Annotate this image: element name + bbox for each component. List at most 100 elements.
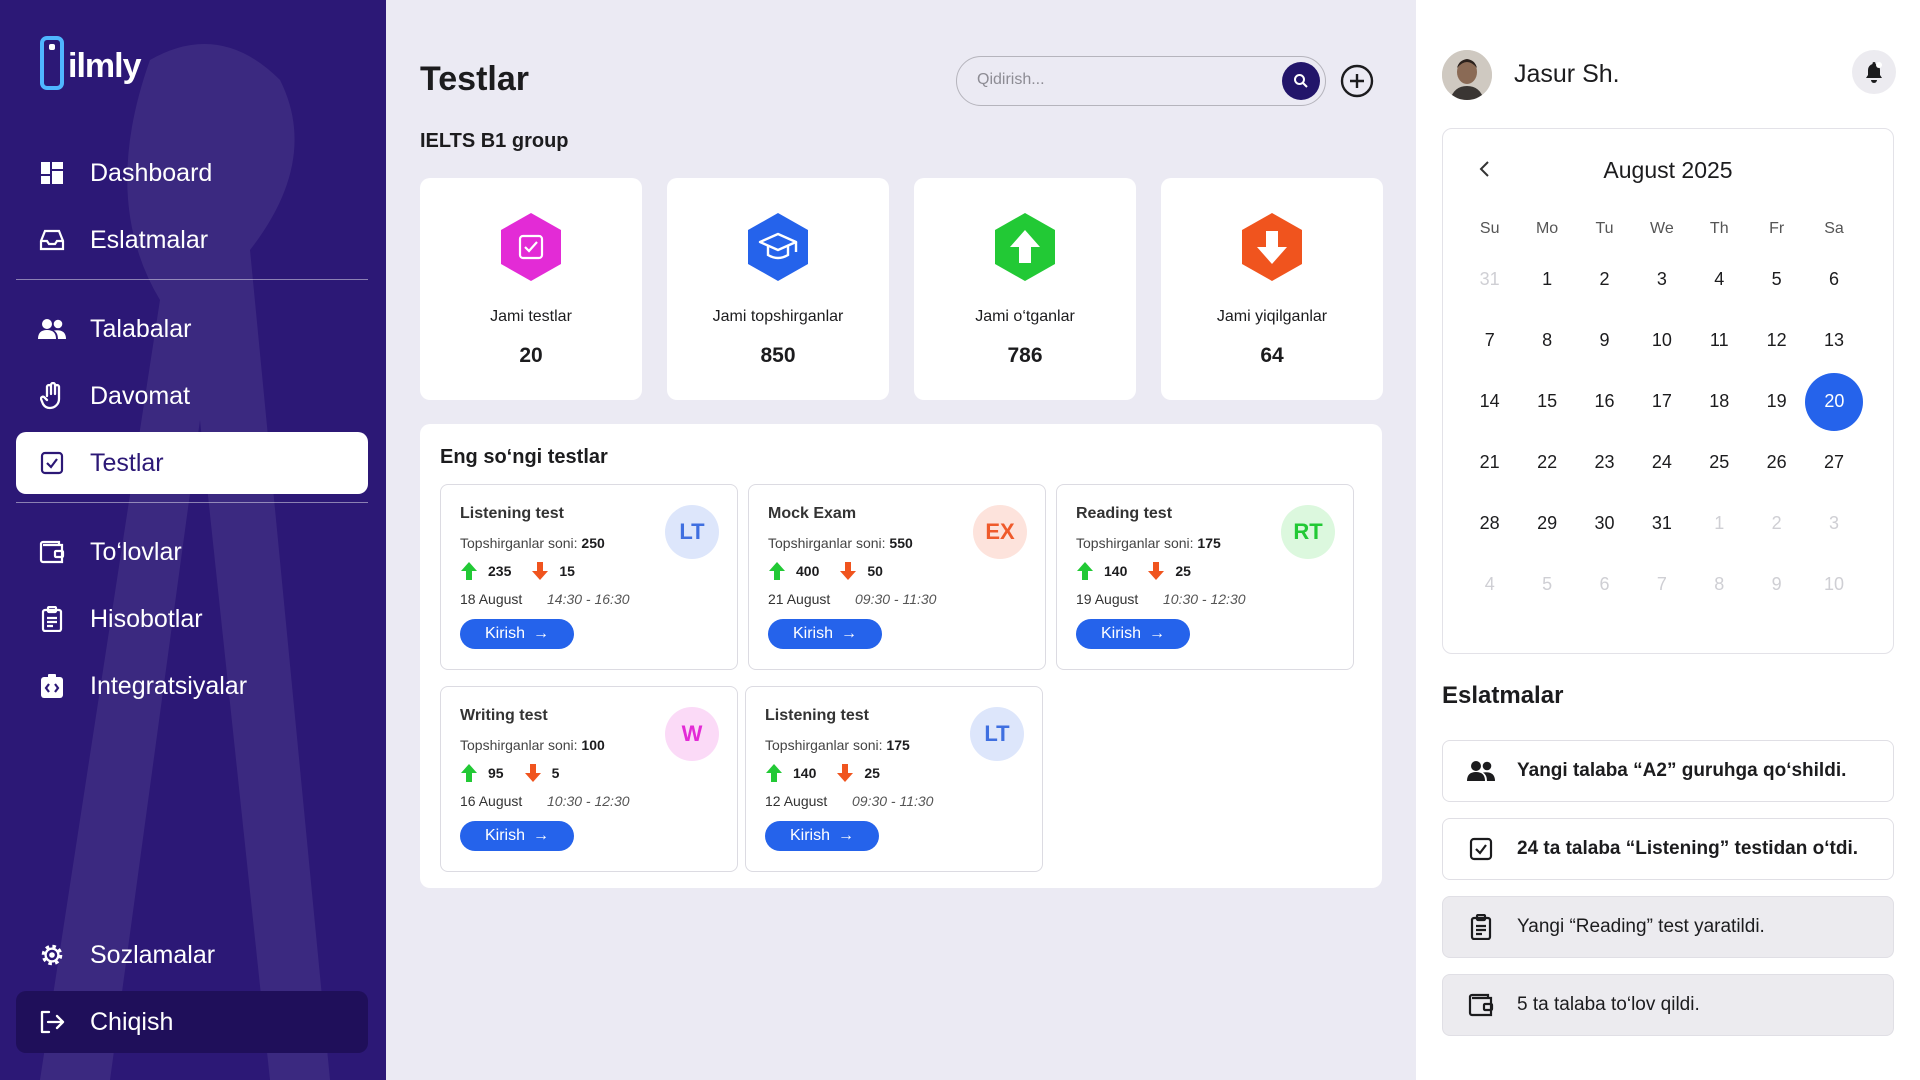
calendar-day[interactable]: 14 [1461,391,1518,412]
calendar-day[interactable]: 30 [1576,513,1633,534]
calendar-day[interactable]: 8 [1691,574,1748,595]
calendar-day[interactable]: 27 [1805,452,1862,473]
calendar-week: 31 1 2 3 4 5 6 [1461,249,1875,310]
calendar-day[interactable]: 5 [1518,574,1575,595]
enter-button[interactable]: Kirish → [765,821,879,851]
stat-value: 850 [760,344,796,367]
sidebar-item-chiqish[interactable]: Chiqish [16,991,368,1053]
checkbox-icon [501,213,561,281]
test-time: 14:30 - 16:30 [547,591,630,607]
calendar-day[interactable]: 6 [1576,574,1633,595]
calendar-day[interactable]: 10 [1633,330,1690,351]
test-card: Mock Exam Topshirganlar soni: 550 EX 400… [748,484,1046,670]
test-submissions: Topshirganlar soni: 100 [460,737,605,753]
calendar-day[interactable]: 8 [1518,330,1575,351]
sidebar-item-label: Dashboard [90,158,213,187]
hand-icon [38,382,66,410]
calendar-day[interactable]: 21 [1461,452,1518,473]
calendar-day[interactable]: 28 [1461,513,1518,534]
calendar-day[interactable]: 17 [1633,391,1690,412]
stat-label: Jami testlar [490,308,572,325]
checkbox-icon [38,449,66,477]
notification-item[interactable]: Yangi “Reading” test yaratildi. [1442,896,1894,958]
notification-item[interactable]: 24 ta talaba “Listening” testidan o‘tdi. [1442,818,1894,880]
dashboard-icon [38,159,66,187]
calendar-week: 28 29 30 31 1 2 3 [1461,493,1875,554]
sidebar-item-eslatmalar[interactable]: Eslatmalar [16,209,368,271]
logo[interactable]: ilmly [40,36,141,90]
sidebar-item-dashboard[interactable]: Dashboard [16,142,368,204]
test-time: 09:30 - 11:30 [855,591,937,607]
calendar-day[interactable]: 1 [1691,513,1748,534]
calendar-day[interactable]: 1 [1518,269,1575,290]
calendar-day[interactable]: 4 [1461,574,1518,595]
users-icon [1467,757,1495,785]
search-icon [1294,74,1308,88]
calendar-day[interactable]: 3 [1805,513,1862,534]
calendar-day[interactable]: 31 [1461,269,1518,290]
calendar-day[interactable]: 18 [1691,391,1748,412]
notification-item[interactable]: Yangi talaba “A2” guruhga qo‘shildi. [1442,740,1894,802]
calendar-day[interactable]: 12 [1748,330,1805,351]
calendar-day[interactable]: 7 [1461,330,1518,351]
sidebar-item-label: Hisobotlar [90,604,203,633]
calendar-days: 31 1 2 3 4 5 6 7 8 9 10 11 12 13 14 15 16 17 18 19 20 21 22 23 2… [1461,249,1875,615]
add-button[interactable] [1340,64,1374,98]
sidebar-item-label: Talabalar [90,314,192,343]
sidebar-item-tolovlar[interactable]: To‘lovlar [16,521,368,583]
enter-button[interactable]: Kirish → [460,821,574,851]
stat-card-total-passed: Jami o‘tganlar 786 [914,178,1136,400]
calendar-day[interactable]: 3 [1633,269,1690,290]
calendar-day[interactable]: 2 [1748,513,1805,534]
search-input[interactable] [977,71,1247,89]
calendar-day[interactable]: 5 [1748,269,1805,290]
test-title: Mock Exam [768,505,857,522]
calendar-day-selected[interactable]: 20 [1805,372,1864,431]
calendar-day[interactable]: 10 [1805,574,1862,595]
sidebar-item-hisobotlar[interactable]: Hisobotlar [16,588,368,650]
wallet-icon [38,538,66,566]
search-button[interactable] [1282,62,1320,100]
stat-card-total-tests: Jami testlar 20 [420,178,642,400]
test-card: Writing test Topshirganlar soni: 100 W 9… [440,686,738,872]
calendar-day[interactable]: 6 [1805,269,1862,290]
sidebar-item-talabalar[interactable]: Talabalar [16,298,368,360]
notification-item[interactable]: 5 ta talaba to‘lov qildi. [1442,974,1894,1036]
test-submissions: Topshirganlar soni: 175 [1076,535,1221,551]
test-submissions: Topshirganlar soni: 550 [768,535,913,551]
calendar-day[interactable]: 24 [1633,452,1690,473]
calendar-day[interactable]: 4 [1691,269,1748,290]
sidebar-nav: Dashboard Eslatmalar Talabalar Davomat T… [16,142,368,722]
notification-button[interactable] [1852,50,1896,94]
sidebar-item-integratsiyalar[interactable]: Integratsiyalar [16,655,368,717]
enter-button[interactable]: Kirish → [460,619,574,649]
pass-fail-counts: 95 5 [460,763,559,783]
calendar-day[interactable]: 22 [1518,452,1575,473]
sidebar-item-sozlamalar[interactable]: Sozlamalar [16,924,368,986]
calendar-day[interactable]: 23 [1576,452,1633,473]
calendar-day[interactable]: 25 [1691,452,1748,473]
arrow-down-icon [840,562,857,580]
calendar-day[interactable]: 11 [1691,330,1748,351]
stat-label: Jami yiqilganlar [1216,308,1328,325]
calendar-day[interactable]: 7 [1633,574,1690,595]
logout-icon [38,1008,66,1036]
calendar-day[interactable]: 13 [1805,330,1862,351]
calendar-day[interactable]: 16 [1576,391,1633,412]
notes-title: Eslatmalar [1442,682,1564,709]
calendar-day[interactable]: 29 [1518,513,1575,534]
enter-button[interactable]: Kirish → [768,619,882,649]
calendar-day[interactable]: 9 [1748,574,1805,595]
sidebar-item-davomat[interactable]: Davomat [16,365,368,427]
enter-button[interactable]: Kirish → [1076,619,1190,649]
sidebar-item-testlar[interactable]: Testlar [16,432,368,494]
calendar-day[interactable]: 2 [1576,269,1633,290]
calendar-day[interactable]: 15 [1518,391,1575,412]
stat-label: Jami o‘tganlar [975,308,1075,325]
calendar-day[interactable]: 9 [1576,330,1633,351]
calendar-day[interactable]: 19 [1748,391,1805,412]
calendar-day[interactable]: 26 [1748,452,1805,473]
avatar[interactable] [1442,50,1492,100]
calendar-day[interactable]: 31 [1633,513,1690,534]
arrow-right-icon: → [1149,625,1165,642]
